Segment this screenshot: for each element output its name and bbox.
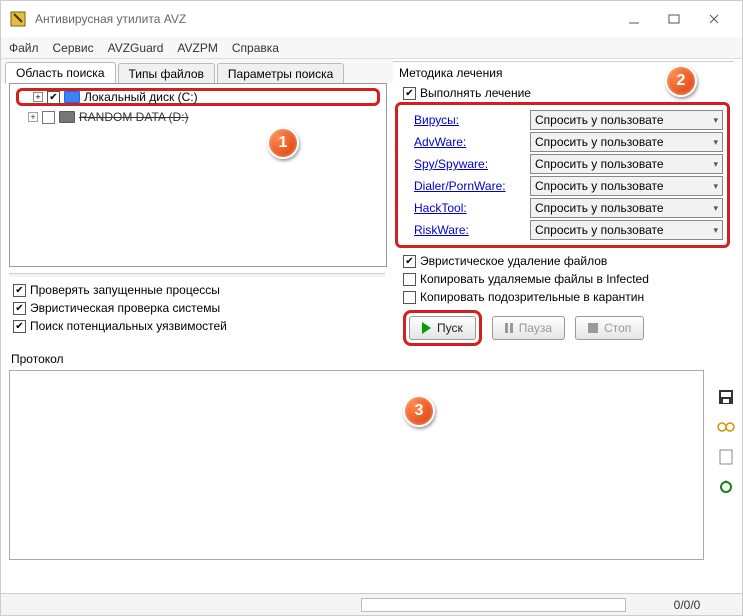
check-copy-quarantine[interactable]: Копировать подозрительные в карантин [393, 288, 734, 306]
row-hacktool: HackTool: Спросить у пользовате▾ [402, 197, 723, 219]
checkbox-icon[interactable] [403, 255, 416, 268]
row-spyware: Spy/Spyware: Спросить у пользовате▾ [402, 153, 723, 175]
menu-avzguard[interactable]: AVZGuard [108, 41, 164, 55]
separator [9, 273, 385, 277]
button-row: Пуск Пауза Стоп [393, 306, 734, 350]
checkbox-disk-d[interactable] [42, 111, 55, 124]
check-vulnerabilities[interactable]: Поиск потенциальных уязвимостей [13, 317, 385, 335]
tree-item-label: Локальный диск (C:) [84, 90, 198, 104]
menubar: Файл Сервис AVZGuard AVZPM Справка [1, 37, 742, 59]
statusbar: 0/0/0 [1, 593, 742, 615]
maximize-button[interactable] [654, 5, 694, 33]
start-button[interactable]: Пуск [409, 316, 476, 340]
sync-icon[interactable] [716, 477, 736, 497]
pause-icon [505, 323, 513, 333]
stop-icon [588, 323, 598, 333]
select-advware[interactable]: Спросить у пользовате▾ [530, 132, 723, 152]
check-heuristic-delete[interactable]: Эвристическое удаление файлов [393, 252, 734, 270]
checkbox-icon[interactable] [13, 284, 26, 297]
play-icon [422, 322, 431, 334]
tabs-left: Область поиска Типы файлов Параметры пои… [1, 59, 393, 83]
row-riskware: RiskWare: Спросить у пользовате▾ [402, 219, 723, 241]
annotation-marker-3: 3 [403, 395, 435, 427]
stop-button[interactable]: Стоп [575, 316, 644, 340]
chevron-down-icon: ▾ [713, 225, 718, 236]
minimize-button[interactable] [614, 5, 654, 33]
expand-icon[interactable]: + [33, 92, 43, 102]
check-running-processes[interactable]: Проверять запущенные процессы [13, 281, 385, 299]
menu-file[interactable]: Файл [9, 41, 39, 55]
select-hacktool[interactable]: Спросить у пользовате▾ [530, 198, 723, 218]
checkbox-icon[interactable] [13, 302, 26, 315]
tab-search-area[interactable]: Область поиска [5, 62, 116, 84]
row-advware: AdvWare: Спросить у пользовате▾ [402, 131, 723, 153]
titlebar: Антивирусная утилита AVZ [1, 1, 742, 37]
checkbox-icon[interactable] [403, 87, 416, 100]
app-icon [9, 10, 27, 28]
document-icon[interactable] [716, 447, 736, 467]
select-riskware[interactable]: Спросить у пользовате▾ [530, 220, 723, 240]
side-toolbar [716, 387, 736, 497]
annotation-marker-2: 2 [665, 65, 697, 97]
checkbox-icon[interactable] [403, 273, 416, 286]
tab-search-params[interactable]: Параметры поиска [217, 63, 344, 84]
checkbox-icon[interactable] [403, 291, 416, 304]
status-counts: 0/0/0 [632, 598, 742, 612]
annotation-marker-1: 1 [267, 127, 299, 159]
checkbox-disk-c[interactable] [47, 91, 60, 104]
menu-help[interactable]: Справка [232, 41, 279, 55]
tree-item-disk-d[interactable]: + RANDOM DATA (D:) [10, 108, 386, 126]
pause-button[interactable]: Пауза [492, 316, 565, 340]
expand-icon[interactable]: + [28, 112, 38, 122]
check-heuristic-system[interactable]: Эвристическая проверка системы [13, 299, 385, 317]
link-riskware[interactable]: RiskWare: [414, 223, 524, 237]
glasses-icon[interactable] [716, 417, 736, 437]
tree-item-local-disk-c[interactable]: + Локальный диск (C:) [16, 88, 380, 106]
treatment-grid: Вирусы: Спросить у пользовате▾ AdvWare: … [395, 102, 730, 248]
drive-tree[interactable]: + Локальный диск (C:) + RANDOM DATA (D:) [9, 83, 387, 267]
tab-file-types[interactable]: Типы файлов [118, 63, 215, 84]
protocol-label: Протокол [1, 350, 742, 370]
chevron-down-icon: ▾ [713, 203, 718, 214]
tree-item-label: RANDOM DATA (D:) [79, 110, 189, 124]
checkbox-icon[interactable] [13, 320, 26, 333]
highlight-start: Пуск [403, 310, 482, 346]
row-dialer: Dialer/PornWare: Спросить у пользовате▾ [402, 175, 723, 197]
save-icon[interactable] [716, 387, 736, 407]
left-checklist: Проверять запущенные процессы Эвристичес… [1, 279, 393, 341]
window-title: Антивирусная утилита AVZ [35, 12, 614, 26]
close-button[interactable] [694, 5, 734, 33]
row-viruses: Вирусы: Спросить у пользовате▾ [402, 109, 723, 131]
link-dialer[interactable]: Dialer/PornWare: [414, 179, 524, 193]
chevron-down-icon: ▾ [713, 181, 718, 192]
check-copy-infected[interactable]: Копировать удаляемые файлы в Infected [393, 270, 734, 288]
select-spyware[interactable]: Спросить у пользовате▾ [530, 154, 723, 174]
chevron-down-icon: ▾ [713, 115, 718, 126]
select-viruses[interactable]: Спросить у пользовате▾ [530, 110, 723, 130]
progressbar [361, 598, 626, 612]
drive-icon [59, 111, 75, 123]
link-hacktool[interactable]: HackTool: [414, 201, 524, 215]
link-advware[interactable]: AdvWare: [414, 135, 524, 149]
select-dialer[interactable]: Спросить у пользовате▾ [530, 176, 723, 196]
chevron-down-icon: ▾ [713, 137, 718, 148]
link-spyware[interactable]: Spy/Spyware: [414, 157, 524, 171]
link-viruses[interactable]: Вирусы: [414, 113, 524, 127]
drive-icon [64, 91, 80, 103]
menu-avzpm[interactable]: AVZPM [177, 41, 217, 55]
menu-service[interactable]: Сервис [53, 41, 94, 55]
chevron-down-icon: ▾ [713, 159, 718, 170]
protocol-box[interactable] [9, 370, 704, 560]
